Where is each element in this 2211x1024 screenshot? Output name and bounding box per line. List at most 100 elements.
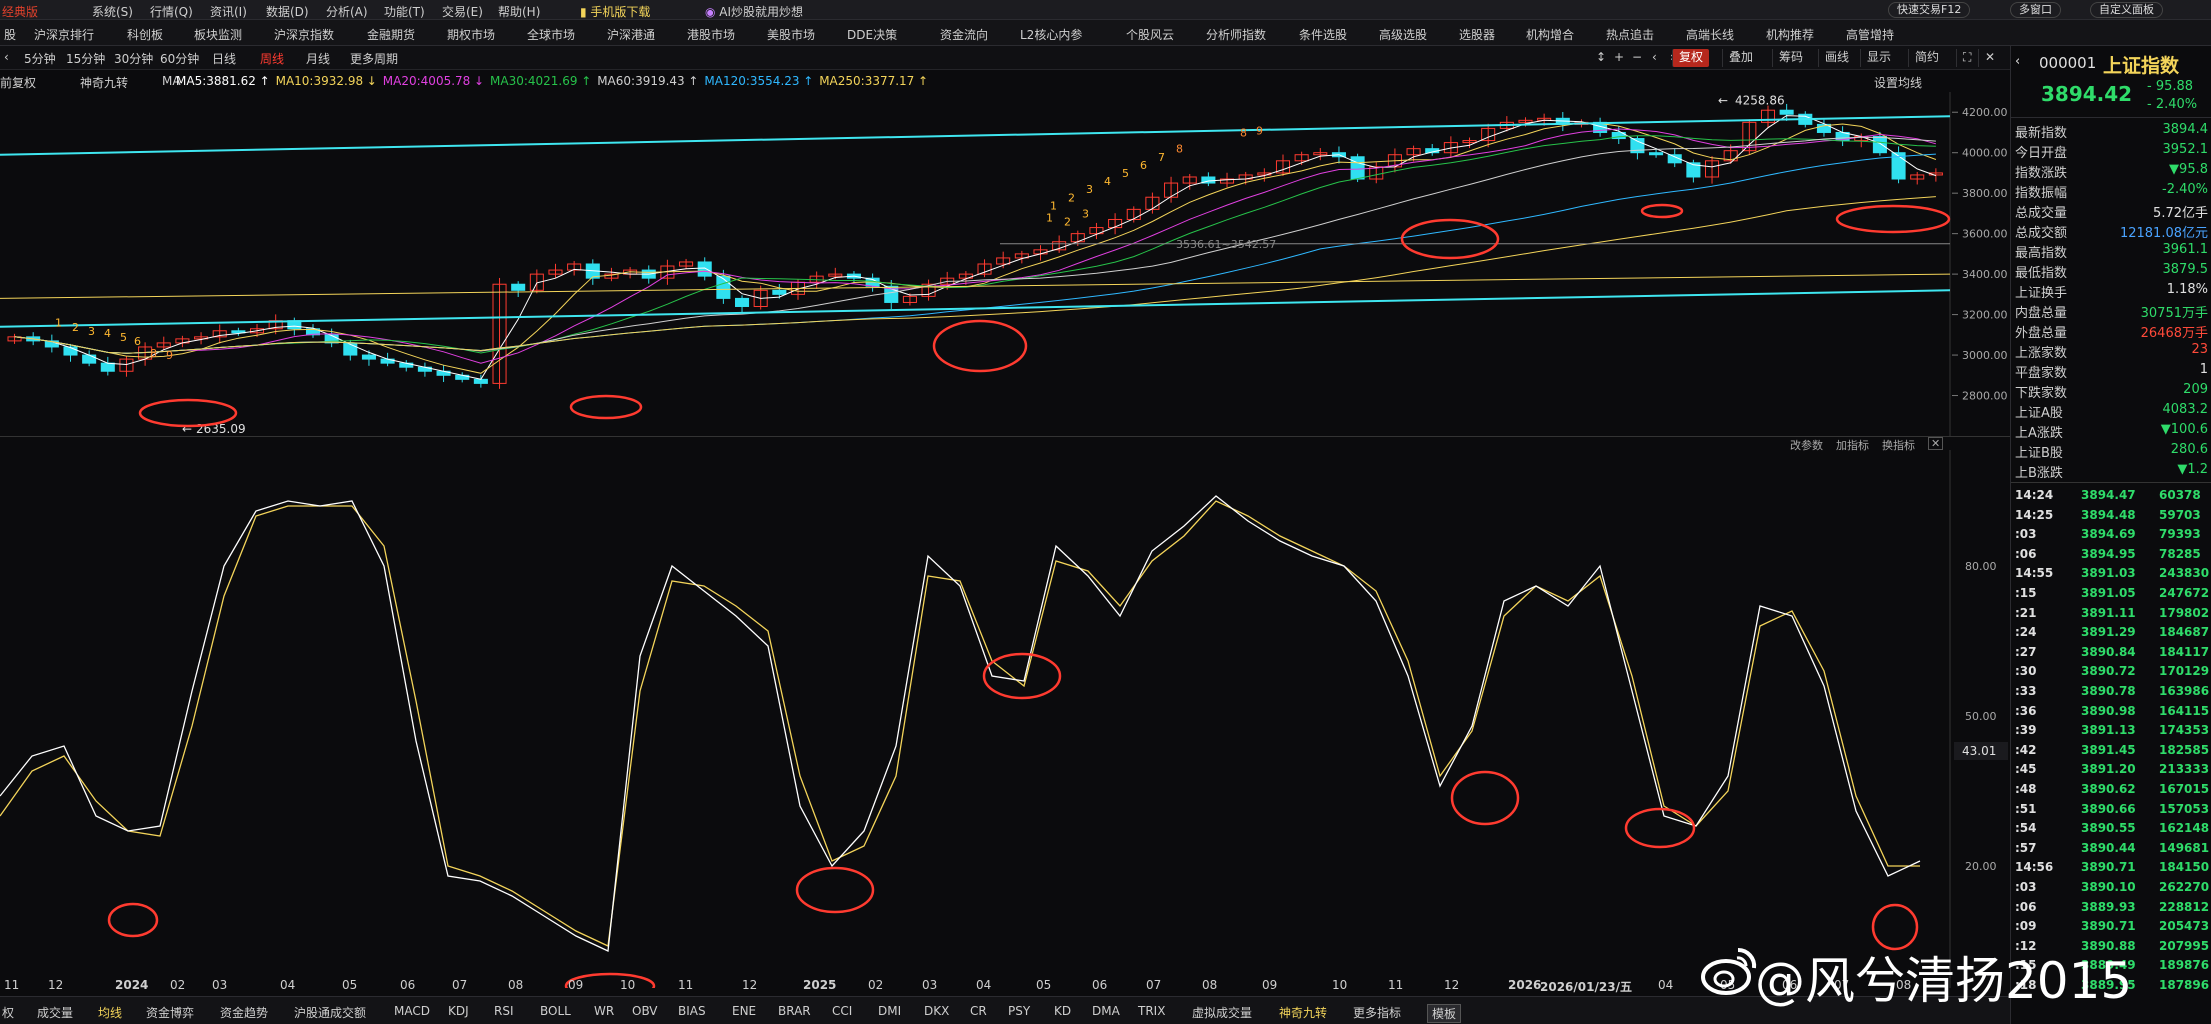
fullscreen-icon[interactable]: ⛶ xyxy=(1956,49,1977,67)
indicator-tab-11[interactable]: OBV xyxy=(632,1004,658,1018)
close-icon[interactable]: ✕ xyxy=(1978,49,2001,67)
period-weekly[interactable]: 周线 xyxy=(260,50,284,67)
indicator-tab-14[interactable]: BRAR xyxy=(778,1004,811,1018)
indicator-tab-5[interactable]: 沪股通成交额 xyxy=(294,1004,366,1021)
nav-item-18[interactable]: 机构增合 xyxy=(1526,26,1574,43)
indicator-tab-15[interactable]: CCI xyxy=(832,1004,852,1018)
period-15min[interactable]: 15分钟 xyxy=(66,50,105,67)
period-daily[interactable]: 日线 xyxy=(212,50,236,67)
nav-item-7[interactable]: 沪深港通 xyxy=(607,26,655,43)
indicator-tab-1[interactable]: 成交量 xyxy=(37,1004,73,1021)
nav-item-4[interactable]: 金融期货 xyxy=(367,26,415,43)
indicator-tab-3[interactable]: 资金博弈 xyxy=(146,1004,194,1021)
indicator-tab-13[interactable]: ENE xyxy=(732,1004,756,1018)
nav-item-0[interactable]: 沪深京排行 xyxy=(34,26,94,43)
nav-item-5[interactable]: 期权市场 xyxy=(447,26,495,43)
tick-row: :45 3891.20 213333 xyxy=(2011,760,2211,779)
kdj-chart[interactable]: 80.00 50.00 20.00 43.01 xyxy=(0,450,2010,988)
period-monthly[interactable]: 月线 xyxy=(306,50,330,67)
tick-price: 3891.20 xyxy=(2081,762,2136,777)
nav-item-15[interactable]: 条件选股 xyxy=(1299,26,1347,43)
nav-item-3[interactable]: 沪深京指数 xyxy=(274,26,334,43)
nav-collapse-icon[interactable]: 股 xyxy=(4,26,16,43)
indicator-tab-19[interactable]: PSY xyxy=(1008,1004,1030,1018)
nav-item-11[interactable]: 资金流向 xyxy=(940,26,988,43)
indicator-tab-25[interactable]: 更多指标 xyxy=(1353,1004,1401,1021)
indicator-tab-4[interactable]: 资金趋势 xyxy=(220,1004,268,1021)
menu-function[interactable]: 功能(T) xyxy=(384,3,425,20)
indicator-tab-0[interactable]: 权 xyxy=(2,1004,14,1021)
display-button[interactable]: 显示 xyxy=(1860,49,1897,67)
stat-row: 今日开盘 3952.1 xyxy=(2011,140,2211,161)
indicator-tab-10[interactable]: WR xyxy=(594,1004,614,1018)
menu-mobile-download[interactable]: ▮ 手机版下载 xyxy=(580,3,650,20)
nav-item-10[interactable]: DDE决策 xyxy=(847,26,897,43)
period-5min[interactable]: 5分钟 xyxy=(24,50,56,67)
custom-panel-button[interactable]: 自定义面板 xyxy=(2090,2,2163,18)
x-tick-label: 04 xyxy=(976,978,992,992)
menu-quote[interactable]: 行情(Q) xyxy=(150,3,193,20)
indicator-tab-16[interactable]: DMI xyxy=(878,1004,901,1018)
period-60min[interactable]: 60分钟 xyxy=(160,50,199,67)
simple-button[interactable]: 简约 xyxy=(1908,49,1945,67)
multi-window-button[interactable]: 多窗口 xyxy=(2010,2,2061,18)
nav-item-12[interactable]: L2核心内参 xyxy=(1020,26,1082,43)
nav-item-6[interactable]: 全球市场 xyxy=(527,26,575,43)
adjust-button[interactable]: 复权 xyxy=(1672,49,1710,67)
indicator-tab-8[interactable]: RSI xyxy=(494,1004,514,1018)
prev-icon[interactable]: ‹ xyxy=(1646,49,1663,67)
nav-item-22[interactable]: 高管增持 xyxy=(1846,26,1894,43)
indicator-tab-9[interactable]: BOLL xyxy=(540,1004,571,1018)
indicator-tab-24[interactable]: 神奇九转 xyxy=(1279,1004,1327,1021)
menu-data[interactable]: 数据(D) xyxy=(266,3,309,20)
close-indicator-icon[interactable]: ✕ xyxy=(1928,437,1944,450)
collapse-icon[interactable]: ‹ xyxy=(2015,54,2020,69)
candlestick-chart[interactable]: 4200.00 4000.00 3800.00 3600.00 3400.00 3200.… xyxy=(0,92,2010,436)
menu-analysis[interactable]: 分析(A) xyxy=(326,3,368,20)
chips-button[interactable]: 筹码 xyxy=(1772,49,1809,67)
minus-icon[interactable]: − xyxy=(1626,49,1648,67)
menu-system[interactable]: 系统(S) xyxy=(92,3,133,20)
nav-item-16[interactable]: 高级选股 xyxy=(1379,26,1427,43)
indicator-tab-26[interactable]: 模板 xyxy=(1427,1004,1462,1023)
arrow-up-icon: ↑ xyxy=(918,74,929,88)
indicator-tab-18[interactable]: CR xyxy=(970,1004,987,1018)
nav-item-13[interactable]: 个股风云 xyxy=(1126,26,1174,43)
sidebar-toggle-icon[interactable]: ‹ xyxy=(4,50,9,64)
menu-ai-stock[interactable]: ◉ AI炒股就用炒想 xyxy=(705,3,803,20)
indicator-tabs: 权 成交量 均线 资金博弈 资金趋势 沪股通成交额 MACD KDJ RSI BOLL WR OBV B… xyxy=(0,996,2010,1024)
nav-item-20[interactable]: 高端长线 xyxy=(1686,26,1734,43)
indicator-tab-12[interactable]: BIAS xyxy=(678,1004,706,1018)
indicator-tab-23[interactable]: 虚拟成交量 xyxy=(1192,1004,1252,1021)
indicator-tab-21[interactable]: DMA xyxy=(1092,1004,1120,1018)
nav-item-9[interactable]: 美股市场 xyxy=(767,26,815,43)
candle-body xyxy=(473,378,488,384)
indicator-tab-6[interactable]: MACD xyxy=(394,1004,430,1018)
nav-item-19[interactable]: 热点追击 xyxy=(1606,26,1654,43)
period-30min[interactable]: 30分钟 xyxy=(114,50,153,67)
menu-news[interactable]: 资讯(I) xyxy=(210,3,247,20)
indicator-tab-17[interactable]: DKX xyxy=(924,1004,949,1018)
indicator-tab-2[interactable]: 均线 xyxy=(98,1004,122,1021)
indicator-tab-20[interactable]: KD xyxy=(1054,1004,1071,1018)
nav-item-14[interactable]: 分析师指数 xyxy=(1206,26,1266,43)
overlay-button[interactable]: 叠加 xyxy=(1722,49,1759,67)
arrow-up-icon: ↑ xyxy=(259,74,270,88)
draw-line-button[interactable]: 画线 xyxy=(1818,49,1855,67)
nav-item-21[interactable]: 机构推荐 xyxy=(1766,26,1814,43)
menu-help[interactable]: 帮助(H) xyxy=(498,3,540,20)
stat-label: 总成交量 xyxy=(2015,206,2068,221)
nav-item-2[interactable]: 板块监测 xyxy=(194,26,242,43)
tick-volume: 157053 xyxy=(2159,801,2210,816)
quick-trade-button[interactable]: 快速交易F12 xyxy=(1888,2,1971,18)
menu-trade[interactable]: 交易(E) xyxy=(442,3,483,20)
indicator-tab-22[interactable]: TRIX xyxy=(1138,1004,1165,1018)
period-more[interactable]: 更多周期 xyxy=(350,50,398,67)
nav-item-1[interactable]: 科创板 xyxy=(127,26,163,43)
stat-label: 上证B股 xyxy=(2015,446,2063,461)
indicator-tab-7[interactable]: KDJ xyxy=(448,1004,469,1018)
nav-item-17[interactable]: 选股器 xyxy=(1459,26,1495,43)
tick-divider xyxy=(2011,482,2211,483)
nav-item-8[interactable]: 港股市场 xyxy=(687,26,735,43)
ma-settings-link[interactable]: 设置均线 xyxy=(1874,74,1922,91)
